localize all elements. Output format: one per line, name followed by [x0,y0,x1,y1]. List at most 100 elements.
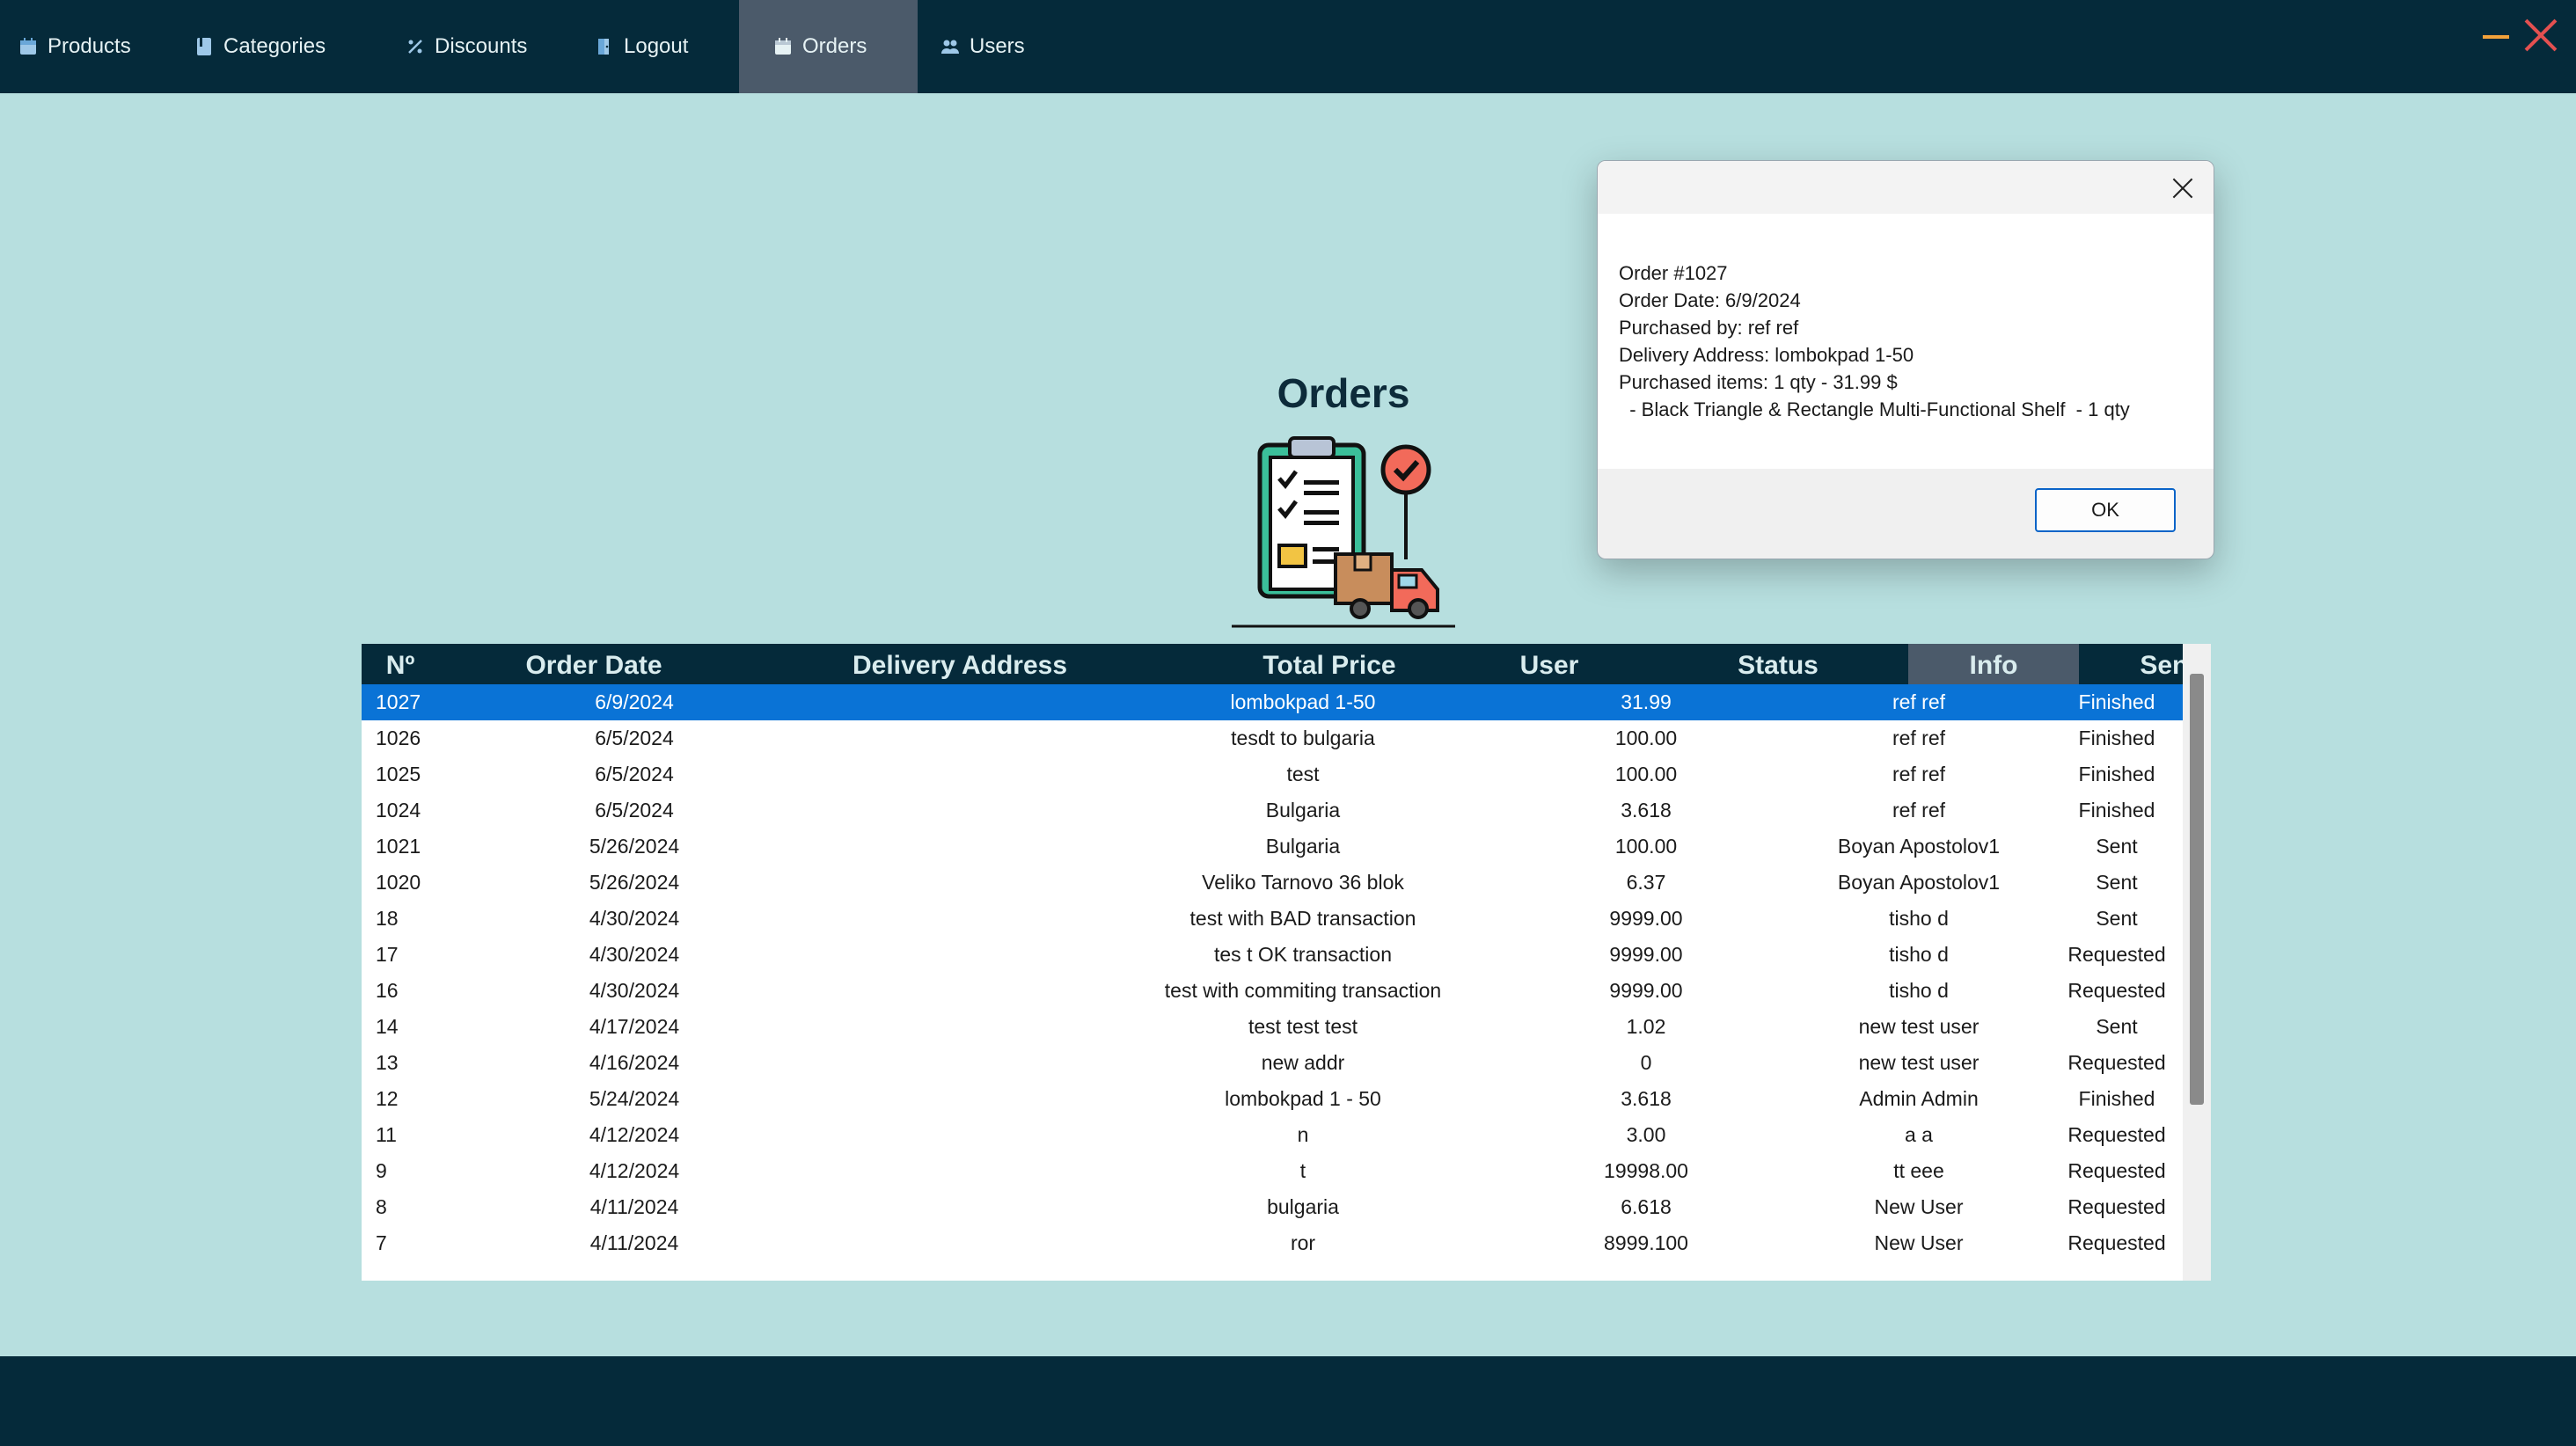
total-price-cell: 9999.00 [1609,943,1683,966]
table-row[interactable]: 10256/5/2024test100.00ref refFinishedi [362,756,2183,792]
total-price-cell: 100.00 [1614,835,1678,858]
column-header-no[interactable]: Nº [362,644,439,684]
table-row[interactable]: 1020 5/26/2024 Veliko Tarnovo 36 blok 6.37 B… [362,865,2183,901]
order-number-cell: 9 [376,1159,387,1182]
order-number-cell: 12 [376,1087,399,1110]
nav-products[interactable]: Products [0,0,158,93]
order-number-cell: 16 [376,979,399,1002]
delivery-address-cell: Bulgaria [1265,799,1341,822]
nav-orders-label: Orders [802,34,867,58]
order-date-cell: 4/12/2024 [589,1159,680,1182]
table-row[interactable]: 8 4/11/2024 bulgaria 6.618 New User Requested… [362,1189,2183,1225]
order-number-cell: 1026 [376,727,421,749]
clipboard-delivery-icon [1232,436,1455,628]
minimize-button[interactable] [2483,35,2509,39]
order-number-cell: 7 [376,1231,387,1254]
order-number-cell: 1027 [376,690,421,713]
status-cell: Requested [2067,1231,2166,1254]
order-number-cell: 1020 [376,871,421,894]
order-number-cell: 1025 [376,763,421,785]
close-app-button[interactable] [2523,18,2558,53]
order-date-cell: 4/17/2024 [589,1015,680,1038]
status-cell: Requested [2067,1159,2166,1182]
order-date-cell: 6/5/2024 [595,763,674,785]
status-cell: Sent [2096,871,2138,894]
column-header-order-date[interactable]: Order Date [450,644,738,684]
status-cell: Requested [2067,979,2166,1002]
order-date-cell: 4/16/2024 [589,1051,680,1074]
status-cell: Sent [2096,907,2138,930]
table-row[interactable]: 94/12/2024t19998.00tt eeeRequestedi [362,1153,2183,1189]
book-icon [197,38,211,55]
total-price-cell: 9999.00 [1609,907,1683,930]
order-date-cell: 4/30/2024 [589,907,680,930]
order-number-cell: 8 [376,1195,387,1218]
nav-users[interactable]: Users [922,0,1072,93]
order-number-cell: 1024 [376,799,421,822]
table-row[interactable]: 74/11/2024ror8999.100New UserRequestedi [362,1225,2183,1261]
delivery-address-cell: lombokpad 1 - 50 [1225,1087,1381,1110]
table-row[interactable]: 12 5/24/2024 lombokpad 1 - 50 3.618 Admin Ad… [362,1081,2183,1117]
nav-logout[interactable]: Logout [576,0,743,93]
column-header-delivery-address[interactable]: Delivery Address [714,644,1206,684]
ok-button[interactable]: OK [2035,488,2176,532]
total-price-cell: 3.618 [1621,1087,1672,1110]
total-price-cell: 100.00 [1614,727,1678,749]
orders-table[interactable]: Nº Order Date Delivery Address Total Price U… [362,644,2211,1281]
users-icon [941,40,959,54]
nav-discounts[interactable]: Discounts [387,0,563,93]
table-row[interactable]: 14 4/17/2024 test test test 1.02 new test us… [362,1009,2183,1045]
table-row[interactable]: 1024 6/5/2024 Bulgaria 3.618 ref ref Finished… [362,792,2183,829]
calendar-icon [20,38,36,55]
delivery-address-cell: tes t OK transaction [1214,943,1392,966]
nav-orders[interactable]: Orders [739,0,918,93]
dialog-titlebar [1598,161,2214,214]
dialog-line-order-number: Order #1027 [1619,262,1728,284]
total-price-cell: 3.618 [1621,799,1672,822]
order-date-cell: 4/30/2024 [589,943,680,966]
dialog-close-button[interactable] [2170,175,2196,201]
table-row[interactable]: 13 4/16/2024 new addr 0 new test user Request… [362,1045,2183,1081]
dialog-line-item: - Black Triangle & Rectangle Multi-Funct… [1619,398,2130,420]
table-row[interactable]: 1027 6/9/2024 lombokpad 1-50 31.99 ref ref Fi… [362,684,2183,720]
total-price-cell: 19998.00 [1604,1159,1688,1182]
nav-users-label: Users [970,34,1025,58]
column-header-total-price[interactable]: Total Price [1206,644,1453,684]
vertical-scrollbar[interactable] [2183,644,2211,1281]
dialog-message: Order #1027 Order Date: 6/9/2024 Purchas… [1598,214,2214,469]
table-row[interactable]: 18 4/30/2024 test with BAD transaction 9999… [362,901,2183,937]
delivery-address-cell: bulgaria [1267,1195,1339,1218]
table-header: Nº Order Date Delivery Address Total Price U… [362,644,2205,684]
page-title: Orders [1277,370,1410,416]
column-header-user[interactable]: User [1453,644,1646,684]
table-row[interactable]: 17 4/30/2024 tes t OK transaction 9999.00 ti… [362,937,2183,973]
delivery-address-cell: Bulgaria [1265,835,1341,858]
scrollbar-thumb[interactable] [2190,674,2204,1105]
order-date-cell: 4/11/2024 [589,1231,679,1254]
total-price-cell: 8999.100 [1604,1231,1688,1254]
delivery-address-cell: new addr [1261,1051,1345,1074]
status-cell: Finished [2078,799,2155,822]
order-info-dialog: Order #1027 Order Date: 6/9/2024 Purchas… [1597,160,2214,559]
dialog-line-purchased-by: Purchased by: ref ref [1619,317,1799,339]
table-row[interactable]: 1026 6/5/2024 tesdt to bulgaria 100.00 ref r… [362,720,2183,756]
total-price-cell: 9999.00 [1609,979,1683,1002]
table-row[interactable]: 114/12/2024n3.00a aRequestedi [362,1117,2183,1153]
table-row[interactable]: 1021 5/26/2024 Bulgaria 100.00 Boyan Apostol… [362,829,2183,865]
column-header-status[interactable]: Status [1646,644,1910,684]
total-price-cell: 6.618 [1621,1195,1672,1218]
nav-discounts-label: Discounts [435,34,528,58]
order-number-cell: 11 [376,1123,397,1146]
delivery-address-cell: n [1297,1123,1309,1146]
delivery-address-cell: test with commiting transaction [1164,979,1442,1002]
status-cell: Sent [2096,835,2138,858]
column-header-info[interactable]: Info [1908,644,2079,684]
nav-categories[interactable]: Categories [176,0,370,93]
table-row[interactable]: 16 4/30/2024 test with commiting transacti… [362,973,2183,1009]
order-number-cell: 18 [376,907,399,930]
status-cell: Requested [2067,1195,2166,1218]
nav-products-label: Products [48,34,131,58]
status-cell: Requested [2067,943,2166,966]
total-price-cell: 1.02 [1626,1015,1666,1038]
total-price-cell: 100.00 [1614,763,1678,785]
